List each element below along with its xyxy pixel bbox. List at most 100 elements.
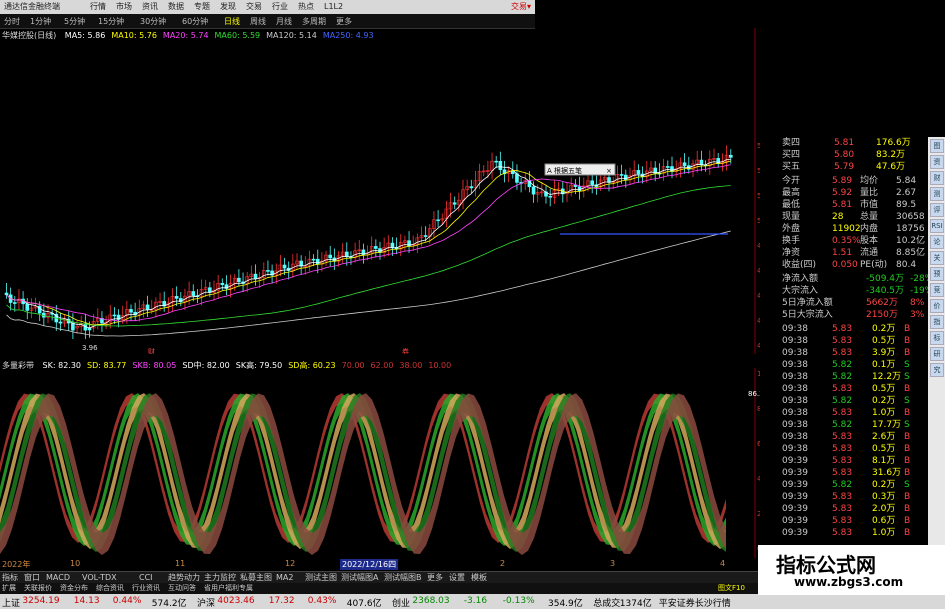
menu-item-1[interactable]: 市场 [116, 0, 132, 14]
period-tab-9[interactable]: 多周期 [302, 16, 326, 27]
side-button-7[interactable]: 关 [930, 251, 944, 265]
ask-volume: 176.6万 [876, 138, 911, 148]
period-tab-6[interactable]: 日线 [224, 16, 240, 27]
tick-volume: 12.2万 [872, 372, 902, 382]
info-tab-5[interactable]: 互动问答 [168, 583, 196, 593]
f10-tab[interactable]: 图文F10 [718, 583, 745, 593]
candle [299, 260, 303, 267]
tick-price: 5.83 [832, 336, 853, 346]
tick-side: B [904, 468, 911, 478]
watermark: 指标公式网 www.zbgs3.com [758, 545, 945, 595]
side-button-1[interactable]: 资 [930, 155, 944, 169]
status-item: 574.2亿 [151, 599, 187, 609]
side-button-9[interactable]: 竞 [930, 283, 944, 297]
watermark-url: www.zbgs3.com [794, 575, 904, 589]
side-button-3[interactable]: 测 [930, 187, 944, 201]
stat-value: 5.89 [832, 176, 853, 186]
stat-label: 换手 [782, 236, 801, 246]
candle [237, 277, 241, 283]
candle [728, 154, 733, 158]
date-label: 3 [610, 559, 616, 568]
popup-close-button: × [606, 167, 612, 175]
candle [469, 186, 474, 189]
flow-pct: 3% [910, 310, 925, 320]
price-tick: 4.20 [757, 317, 760, 325]
flow-row: 大宗流入 -340.5万 -19% [780, 285, 933, 297]
stat-value: 8.85亿 [896, 248, 926, 258]
menu-item-5[interactable]: 发现 [220, 0, 236, 14]
info-tab-0[interactable]: 扩展 [2, 583, 16, 593]
status-item: 创业 [392, 599, 411, 609]
info-tab-2[interactable]: 资金分布 [60, 583, 88, 593]
flow-label: 净流入额 [782, 274, 819, 284]
stat-value: 5.84 [896, 176, 917, 186]
side-button-14[interactable]: 究 [930, 363, 944, 377]
menu-item-4[interactable]: 专题 [194, 0, 210, 14]
app-title: 通达信金融终端 [4, 2, 60, 11]
period-tab-8[interactable]: 月线 [276, 16, 292, 27]
menu-item-8[interactable]: 热点 [298, 0, 314, 14]
info-tab-1[interactable]: 关联报价 [24, 583, 52, 593]
menu-item-7[interactable]: 行业 [272, 0, 288, 14]
flow-value: -509.4万 [866, 274, 905, 284]
side-button-2[interactable]: 财 [930, 171, 944, 185]
ind-value-tag: 86.35 [748, 390, 760, 398]
tick-price: 5.83 [832, 516, 853, 526]
tick-side: S [904, 396, 910, 406]
side-button-11[interactable]: 指 [930, 315, 944, 329]
stat-row: 收益(四) 0.050 PE(动) 80.4 [780, 259, 928, 271]
tick-row: 09:38 5.83 2.6万 B [780, 431, 928, 443]
candle [498, 160, 503, 171]
period-tab-0[interactable]: 分时 [4, 16, 20, 27]
stat-label: 外盘 [782, 224, 801, 234]
side-button-5[interactable]: RSI [930, 219, 944, 233]
tick-row: 09:39 5.83 31.6万 B [780, 467, 928, 479]
info-tab-6[interactable]: 省用户福利专属 [204, 583, 253, 593]
side-button-10[interactable]: 价 [930, 299, 944, 313]
info-tab-4[interactable]: 行业资讯 [132, 583, 160, 593]
candle [129, 309, 133, 313]
menu-item-9[interactable]: L1L2 [324, 0, 343, 14]
candlestick-chart[interactable]: 5.60 5.40 5.20 5.00 4.80 4.60 4.40 4.20 4.00 3.96… [0, 28, 760, 354]
candle [58, 321, 63, 324]
side-button-12[interactable]: 标 [930, 331, 944, 345]
date-label: 4 [720, 559, 726, 568]
tick-volume: 0.5万 [872, 384, 896, 394]
candle [328, 254, 333, 259]
tick-side: B [904, 384, 911, 394]
info-tabs: 扩展 关联报价 资金分布 综合资讯 行业资讯 互动问答 省用户福利专属 图文F10 [0, 583, 760, 594]
candle [374, 246, 378, 249]
tick-volume: 0.5万 [872, 336, 896, 346]
info-tab-3[interactable]: 综合资讯 [96, 583, 124, 593]
period-tab-10[interactable]: 更多 [336, 16, 352, 27]
side-button-0[interactable]: 图 [930, 139, 944, 153]
period-tab-1[interactable]: 1分钟 [30, 16, 51, 27]
side-button-13[interactable]: 研 [930, 347, 944, 361]
tick-time: 09:39 [782, 468, 808, 478]
stat-label: 股本 [860, 236, 879, 246]
indicator-chart[interactable]: 100.0080.0060.0040.0020.000.0086.35 [0, 368, 760, 558]
menu-item-0[interactable]: 行情 [90, 0, 106, 14]
ma-line [6, 185, 731, 327]
candle [452, 202, 457, 205]
candle [311, 258, 316, 261]
tick-time: 09:39 [782, 516, 808, 526]
candle [636, 170, 641, 175]
tick-side: B [904, 348, 911, 358]
marker-broker: 券 [402, 347, 409, 354]
trade-button[interactable]: 交易▾ [511, 0, 531, 14]
side-button-6[interactable]: 论 [930, 235, 944, 249]
tick-side: B [904, 432, 911, 442]
menu-item-6[interactable]: 交易 [246, 0, 262, 14]
status-item: 14.13 [73, 596, 100, 606]
period-tab-7[interactable]: 周线 [250, 16, 266, 27]
period-tab-2[interactable]: 5分钟 [64, 16, 85, 27]
side-button-4[interactable]: 评 [930, 203, 944, 217]
period-tab-5[interactable]: 60分钟 [182, 16, 208, 27]
tick-side: S [904, 420, 910, 430]
side-button-8[interactable]: 预 [930, 267, 944, 281]
period-tab-3[interactable]: 15分钟 [98, 16, 124, 27]
period-tab-4[interactable]: 30分钟 [140, 16, 166, 27]
menu-item-2[interactable]: 资讯 [142, 0, 158, 14]
menu-item-3[interactable]: 数据 [168, 0, 184, 14]
